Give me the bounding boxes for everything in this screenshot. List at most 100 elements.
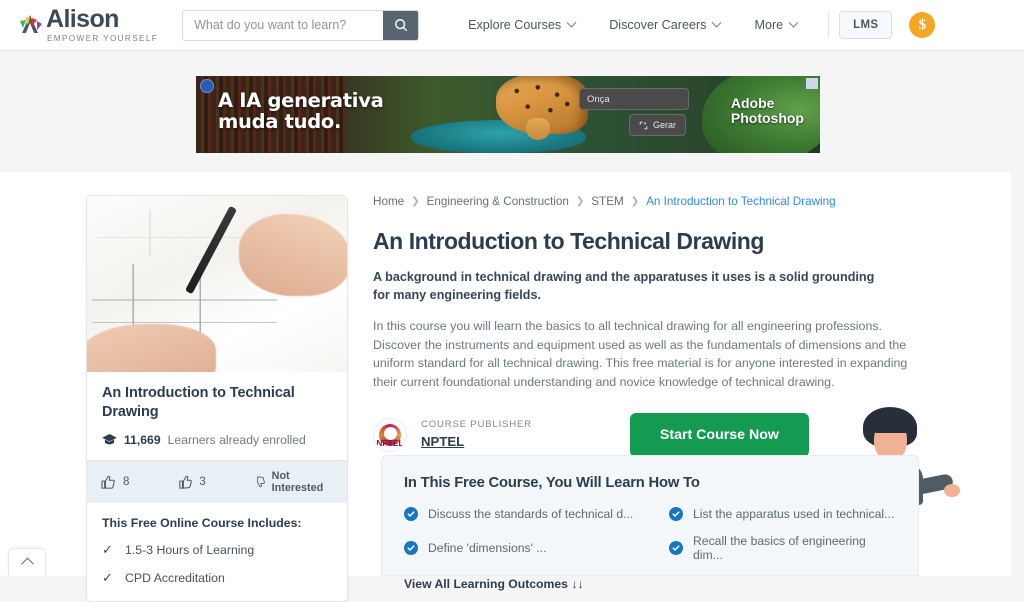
alison-logo-icon — [17, 14, 43, 36]
ad-headline: A IA generativa muda tudo. — [218, 90, 383, 132]
breadcrumb-item-home[interactable]: Home — [373, 195, 404, 208]
enrolled-count: 11,669 — [124, 433, 161, 447]
adchoices-icon[interactable] — [806, 78, 818, 89]
person-hand-right — [944, 484, 960, 497]
ad-jaguar-head-art — [526, 118, 550, 140]
thumbs-up-icon — [179, 475, 193, 489]
check-circle-icon — [404, 507, 418, 521]
includes-label: 1.5-3 Hours of Learning — [125, 543, 254, 557]
main-nav: Explore Courses Discover Careers More LM… — [451, 11, 935, 39]
scroll-to-top-button[interactable] — [8, 548, 46, 576]
breadcrumb-item-engineering[interactable]: Engineering & Construction — [427, 195, 569, 208]
check-circle-icon — [669, 541, 683, 555]
thumbs-up-double-icon — [101, 475, 117, 489]
search-box[interactable] — [182, 10, 419, 41]
site-header: Alison EMPOWER YOURSELF Explore Courses … — [0, 0, 1024, 51]
points-coin-button[interactable]: $ — [909, 12, 935, 38]
breadcrumb-separator: ❯ — [631, 196, 639, 207]
nptel-logo-text: NPTEL — [376, 438, 403, 448]
sparkle-icon — [639, 121, 648, 130]
learning-outcome-label: Discuss the standards of technical d... — [428, 507, 633, 521]
check-circle-icon — [669, 507, 683, 521]
ad-headline-line1: A IA generativa — [218, 90, 383, 111]
check-icon: ✓ — [102, 570, 112, 586]
breadcrumb: Home ❯ Engineering & Construction ❯ STEM… — [373, 195, 918, 208]
check-icon: ✓ — [102, 542, 112, 558]
learning-outcome-item[interactable]: Discuss the standards of technical d... — [404, 507, 669, 521]
includes-item-hours: ✓ 1.5-3 Hours of Learning — [102, 542, 332, 558]
nav-label: More — [754, 18, 783, 32]
learning-outcome-label: Recall the basics of engineering dim... — [693, 534, 896, 562]
chevron-down-icon — [712, 17, 722, 27]
start-course-button[interactable]: Start Course Now — [630, 413, 809, 457]
nav-divider — [828, 12, 829, 38]
chevron-down-icon — [789, 17, 799, 27]
like-double-button[interactable]: 8 — [101, 475, 129, 489]
person-fringe — [869, 413, 915, 433]
course-detail-column: Home ❯ Engineering & Construction ❯ STEM… — [373, 195, 918, 457]
publisher-info: COURSE PUBLISHER NPTEL — [421, 419, 532, 451]
learning-outcomes-grid: Discuss the standards of technical d... … — [404, 507, 896, 562]
view-all-learning-outcomes-link[interactable]: View All Learning Outcomes ↓↓ — [404, 577, 896, 591]
course-lede: A background in technical drawing and th… — [373, 268, 878, 304]
not-interested-button[interactable]: Not Interested — [254, 470, 333, 494]
ad-brand-line2: Photoshop — [731, 111, 804, 126]
includes-title: This Free Online Course Includes: — [102, 516, 332, 530]
breadcrumb-item-stem[interactable]: STEM — [591, 195, 623, 208]
ad-generate-button[interactable]: Gerar — [629, 114, 686, 136]
search-button[interactable] — [383, 11, 418, 40]
page-content: An Introduction to Technical Drawing 11,… — [0, 172, 1011, 576]
ad-prompt-field[interactable]: Onça — [579, 88, 689, 110]
like-button[interactable]: 3 — [179, 475, 205, 489]
thumbs-down-icon — [254, 475, 266, 489]
breadcrumb-separator: ❯ — [576, 196, 584, 207]
info-badge-icon[interactable] — [200, 79, 214, 93]
advertisement-banner[interactable]: A IA generativa muda tudo. Onça Gerar Ad… — [196, 76, 820, 153]
course-description: In this course you will learn the basics… — [373, 317, 913, 391]
enrolled-row: 11,669 Learners already enrolled — [102, 433, 332, 447]
learning-outcomes-panel: In This Free Course, You Will Learn How … — [381, 455, 919, 576]
course-thumbnail[interactable] — [87, 196, 347, 372]
check-circle-icon — [404, 541, 418, 555]
course-card-title: An Introduction to Technical Drawing — [102, 384, 332, 422]
course-card-actions: 8 3 Not Interested — [87, 460, 347, 503]
search-icon — [394, 18, 408, 32]
enrolled-label: Learners already enrolled — [168, 433, 306, 447]
learning-outcome-label: Define 'dimensions' ... — [428, 541, 546, 555]
not-interested-label: Not Interested — [272, 470, 333, 494]
includes-label: CPD Accreditation — [125, 571, 225, 585]
learning-outcome-item[interactable]: Define 'dimensions' ... — [404, 534, 669, 562]
publisher-link[interactable]: NPTEL — [421, 434, 464, 449]
includes-item-accreditation: ✓ CPD Accreditation — [102, 570, 332, 586]
drawing-hand-art — [239, 214, 347, 296]
nptel-logo-icon: NPTEL — [373, 418, 407, 452]
graduation-cap-icon — [102, 434, 117, 446]
nav-label: Discover Careers — [609, 18, 706, 32]
search-input[interactable] — [183, 11, 383, 40]
resting-hand-art — [87, 324, 216, 372]
breadcrumb-item-current[interactable]: An Introduction to Technical Drawing — [646, 195, 836, 208]
nav-label: Explore Courses — [468, 18, 561, 32]
lms-button[interactable]: LMS — [839, 11, 892, 39]
ad-brand-line1: Adobe — [731, 96, 804, 111]
ad-generate-label: Gerar — [653, 120, 676, 130]
learning-outcome-item[interactable]: List the apparatus used in technical... — [669, 507, 896, 521]
course-card-body: An Introduction to Technical Drawing 11,… — [87, 372, 347, 460]
ad-brand: Adobe Photoshop — [731, 96, 804, 126]
learning-outcomes-heading: In This Free Course, You Will Learn How … — [404, 475, 896, 491]
nav-item-discover-careers[interactable]: Discover Careers — [592, 18, 737, 32]
ad-strip: A IA generativa muda tudo. Onça Gerar Ad… — [0, 51, 1024, 172]
page-title: An Introduction to Technical Drawing — [373, 228, 918, 255]
learning-outcome-label: List the apparatus used in technical... — [693, 507, 894, 521]
course-summary-card: An Introduction to Technical Drawing 11,… — [86, 195, 348, 602]
nav-item-more[interactable]: More — [737, 18, 814, 32]
chevron-up-icon — [21, 558, 34, 571]
learning-outcome-item[interactable]: Recall the basics of engineering dim... — [669, 534, 896, 562]
chevron-down-icon — [567, 17, 577, 27]
alison-logo[interactable]: Alison EMPOWER YOURSELF — [17, 7, 158, 43]
alison-logo-wordmark: Alison — [46, 7, 158, 31]
like-count-single: 3 — [199, 476, 205, 488]
nav-item-explore-courses[interactable]: Explore Courses — [451, 18, 592, 32]
like-count: 8 — [123, 476, 129, 488]
breadcrumb-separator: ❯ — [411, 196, 419, 207]
